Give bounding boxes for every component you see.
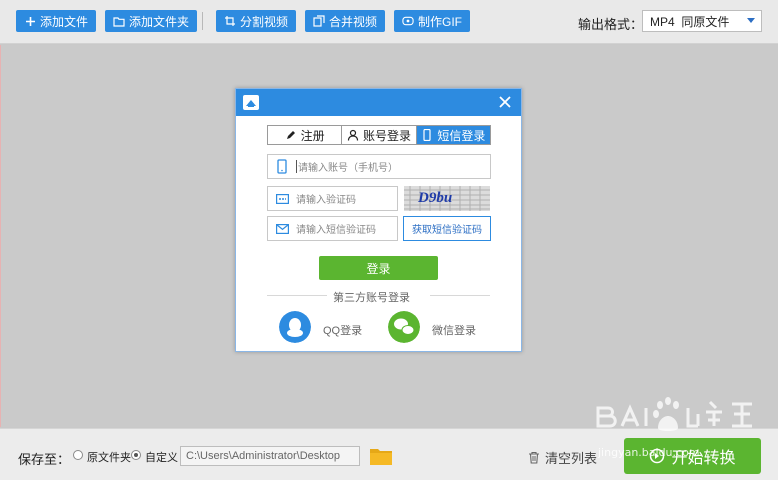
phone-icon <box>421 129 433 141</box>
tab-account-login[interactable]: 账号登录 <box>342 126 417 144</box>
gif-icon <box>402 15 414 27</box>
output-format-label: 输出格式： <box>578 17 644 32</box>
chevron-down-icon <box>747 18 755 23</box>
tab-register-label: 注册 <box>300 128 325 143</box>
wechat-login-label[interactable]: 微信登录 <box>432 322 476 338</box>
captcha-text: D9bu <box>418 190 453 206</box>
save-to-label: 保存至： <box>18 452 71 467</box>
output-path-field[interactable]: C:\Users\Administrator\Desktop <box>180 446 360 466</box>
toolbar-divider <box>202 12 203 30</box>
radio-custom-label[interactable]: 自定义 <box>145 449 178 465</box>
divider-right <box>430 295 490 296</box>
close-icon[interactable] <box>498 95 512 109</box>
merge-video-button[interactable]: 合并视频 <box>305 10 386 32</box>
get-sms-code-button[interactable]: 获取短信验证码 <box>403 216 491 241</box>
radio-original-folder-label[interactable]: 原文件夹 <box>87 449 131 465</box>
radio-custom[interactable] <box>131 450 141 460</box>
clear-list-label: 清空列表 <box>545 451 598 466</box>
user-icon <box>347 129 359 141</box>
plus-icon <box>24 15 36 27</box>
split-video-label: 分割视频 <box>240 14 289 29</box>
make-gif-button[interactable]: 制作GIF <box>394 10 470 32</box>
add-file-label: 添加文件 <box>40 14 89 29</box>
add-folder-label: 添加文件夹 <box>129 14 190 29</box>
merge-icon <box>313 15 325 27</box>
make-gif-label: 制作GIF <box>418 14 462 29</box>
folder-icon <box>113 15 125 27</box>
output-format-select[interactable]: MP4 同原文件 <box>642 10 762 32</box>
tab-account-login-label: 账号登录 <box>362 128 411 143</box>
login-dialog: 注册 账号登录 短信登录 请输入账号（手机号） 请输入验证码 D9bu 请输入短… <box>235 88 522 352</box>
merge-video-label: 合并视频 <box>329 14 378 29</box>
mail-icon <box>268 223 296 234</box>
clear-list-button[interactable]: 清空列表 <box>528 448 597 467</box>
browse-folder-icon[interactable] <box>369 446 393 466</box>
radio-original-folder[interactable] <box>73 450 83 460</box>
watermark-url: jingyan.baidu.com <box>598 446 700 459</box>
tab-sms-login-label: 短信登录 <box>437 128 486 143</box>
third-party-login-label: 第三方账号登录 <box>333 292 410 304</box>
tab-register[interactable]: 注册 <box>268 126 343 144</box>
split-video-button[interactable]: 分割视频 <box>216 10 297 32</box>
captcha-placeholder: 请输入验证码 <box>296 195 356 206</box>
trash-icon <box>529 451 539 464</box>
qq-login-label[interactable]: QQ登录 <box>323 322 362 338</box>
captcha-icon <box>268 193 296 204</box>
sms-code-input[interactable]: 请输入短信验证码 <box>267 216 398 241</box>
qq-icon[interactable] <box>279 311 311 343</box>
account-input[interactable]: 请输入账号（手机号） <box>267 154 491 179</box>
captcha-image[interactable]: D9bu <box>404 186 490 211</box>
add-file-button[interactable]: 添加文件 <box>16 10 97 32</box>
text-cursor <box>296 160 297 173</box>
dialog-titlebar <box>236 89 521 116</box>
output-format-value: MP4 同原文件 <box>650 14 730 29</box>
login-tabs: 注册 账号登录 短信登录 <box>267 125 491 145</box>
login-button[interactable]: 登录 <box>319 256 438 280</box>
crop-icon <box>224 15 236 27</box>
add-folder-button[interactable]: 添加文件夹 <box>105 10 198 32</box>
phone-icon <box>268 159 296 174</box>
app-logo-icon <box>243 95 259 110</box>
pencil-icon <box>285 129 297 141</box>
sms-code-placeholder: 请输入短信验证码 <box>296 225 376 236</box>
divider-left <box>267 295 327 296</box>
workspace-edge <box>0 45 1 427</box>
wechat-icon[interactable] <box>388 311 420 343</box>
account-placeholder: 请输入账号（手机号） <box>298 163 398 174</box>
tab-sms-login[interactable]: 短信登录 <box>416 126 490 144</box>
captcha-input[interactable]: 请输入验证码 <box>267 186 398 211</box>
toolbar: 添加文件 添加文件夹 分割视频 合并视频 制作GIF 输出格式： MP4 同原文… <box>0 0 778 44</box>
